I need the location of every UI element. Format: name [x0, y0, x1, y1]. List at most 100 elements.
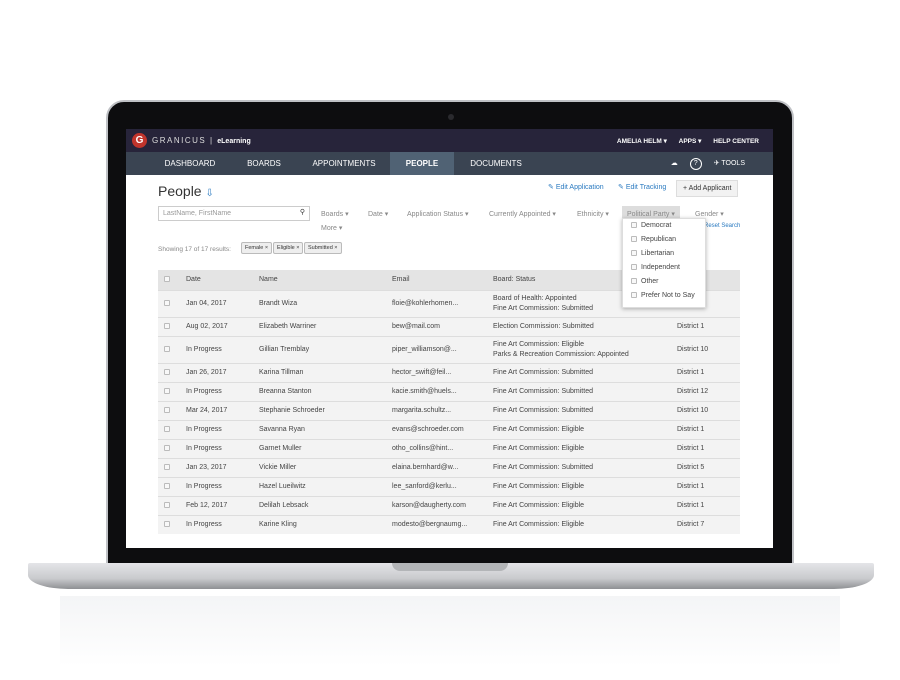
- filter-chip-female[interactable]: Female ×: [241, 242, 273, 254]
- granicus-logo[interactable]: G: [132, 133, 147, 148]
- cell-board-status: Fine Art Commission: Submitted: [487, 457, 671, 477]
- search-input[interactable]: LastName, FirstName ⚲: [158, 206, 310, 221]
- row-checkbox[interactable]: [164, 520, 170, 527]
- checkbox[interactable]: [631, 222, 637, 228]
- table-row[interactable]: In Progress Hazel Lueilwitz lee_sanford@ke…: [158, 476, 740, 496]
- cloud-upload-icon[interactable]: ☁: [671, 152, 678, 175]
- row-checkbox[interactable]: [164, 482, 170, 489]
- add-applicant-button[interactable]: + Add Applicant: [676, 180, 739, 197]
- cell-name: Elizabeth Warriner: [253, 316, 386, 336]
- cell-date: Jan 26, 2017: [180, 362, 253, 382]
- row-checkbox[interactable]: [164, 368, 170, 375]
- header-date[interactable]: Date: [180, 270, 253, 290]
- apps-menu[interactable]: APPS ▾: [679, 138, 702, 145]
- table-row[interactable]: Mar 24, 2017 Stephanie Schroeder margarita…: [158, 400, 740, 420]
- row-select-cell[interactable]: [158, 495, 180, 515]
- checkbox[interactable]: [631, 236, 637, 242]
- cell-name: Gillian Tremblay: [253, 335, 386, 363]
- cell-date: In Progress: [180, 476, 253, 496]
- user-menu[interactable]: AMELIA HELM ▾: [617, 138, 667, 145]
- row-checkbox[interactable]: [164, 444, 170, 451]
- nav-dashboard[interactable]: DASHBOARD: [152, 152, 228, 175]
- option-prefer-not-to-say[interactable]: Prefer Not to Say: [623, 289, 705, 303]
- option-democrat[interactable]: Democrat: [623, 219, 705, 233]
- top-bar: G GRANICUS | eLearning AMELIA HELM ▾ APP…: [126, 129, 773, 152]
- table-row[interactable]: Feb 12, 2017 Delilah Lebsack karson@daughe…: [158, 495, 740, 515]
- filter-more[interactable]: More ▾: [321, 224, 342, 232]
- nav-appointments[interactable]: APPOINTMENTS: [302, 152, 386, 175]
- cell-district: District 10: [671, 335, 740, 363]
- cell-district: District 1: [671, 495, 740, 515]
- cell-board-status: Fine Art Commission: Eligible: [487, 514, 671, 534]
- table-row[interactable]: Jan 26, 2017 Karina Tillman hector_swift@f…: [158, 362, 740, 382]
- main-nav: DASHBOARD BOARDS APPOINTMENTS PEOPLE DOC…: [126, 152, 773, 175]
- checkbox[interactable]: [631, 250, 637, 256]
- row-select-cell[interactable]: [158, 476, 180, 496]
- checkbox[interactable]: [631, 278, 637, 284]
- table-row[interactable]: Aug 02, 2017 Elizabeth Warriner bew@mail.c…: [158, 316, 740, 336]
- table-row[interactable]: In Progress Savanna Ryan evans@schroeder.c…: [158, 419, 740, 439]
- checkbox[interactable]: [631, 292, 637, 298]
- row-select-cell[interactable]: [158, 335, 180, 363]
- row-select-cell[interactable]: [158, 381, 180, 401]
- select-all-header[interactable]: [158, 270, 180, 290]
- cell-district: District 7: [671, 514, 740, 534]
- checkbox[interactable]: [631, 264, 637, 270]
- row-select-cell[interactable]: [158, 362, 180, 382]
- cell-district: District 5: [671, 457, 740, 477]
- row-select-cell[interactable]: [158, 400, 180, 420]
- filter-boards[interactable]: Boards ▾: [321, 210, 349, 218]
- filter-application-status[interactable]: Application Status ▾: [407, 210, 469, 218]
- cell-email: margarita.schultz...: [386, 400, 487, 420]
- cell-district: District 1: [671, 316, 740, 336]
- nav-documents[interactable]: DOCUMENTS: [462, 152, 530, 175]
- select-all-checkbox[interactable]: [164, 276, 170, 283]
- row-checkbox[interactable]: [164, 501, 170, 508]
- nav-people[interactable]: PEOPLE: [390, 152, 454, 175]
- row-select-cell[interactable]: [158, 316, 180, 336]
- option-libertarian[interactable]: Libertarian: [623, 247, 705, 261]
- help-icon[interactable]: ?: [689, 157, 702, 170]
- table-row[interactable]: In Progress Gillian Tremblay piper_william…: [158, 335, 740, 363]
- table-row[interactable]: In Progress Garnet Muller otho_collins@hin…: [158, 438, 740, 458]
- filter-currently-appointed[interactable]: Currently Appointed ▾: [489, 210, 556, 218]
- download-icon[interactable]: ⇩: [205, 188, 213, 199]
- row-checkbox[interactable]: [164, 299, 170, 306]
- row-checkbox[interactable]: [164, 345, 170, 352]
- nav-boards[interactable]: BOARDS: [238, 152, 290, 175]
- table-row[interactable]: In Progress Karine Kling modesto@bergnaumg…: [158, 514, 740, 534]
- row-checkbox[interactable]: [164, 406, 170, 413]
- help-center-link[interactable]: HELP CENTER: [713, 138, 759, 145]
- cell-name: Stephanie Schroeder: [253, 400, 386, 420]
- filter-chip-submitted[interactable]: Submitted ×: [304, 242, 342, 254]
- edit-application-link[interactable]: ✎ Edit Application: [548, 183, 604, 191]
- row-checkbox[interactable]: [164, 463, 170, 470]
- row-select-cell[interactable]: [158, 419, 180, 439]
- results-count: Showing 17 of 17 results:: [158, 246, 231, 253]
- filter-ethnicity[interactable]: Ethnicity ▾: [577, 210, 609, 218]
- row-select-cell[interactable]: [158, 514, 180, 534]
- row-checkbox[interactable]: [164, 387, 170, 394]
- filter-chip-eligible[interactable]: Eligible ×: [273, 242, 304, 254]
- option-other[interactable]: Other: [623, 275, 705, 289]
- option-republican[interactable]: Republican: [623, 233, 705, 247]
- search-icon[interactable]: ⚲: [300, 208, 305, 216]
- table-row[interactable]: In Progress Breanna Stanton kacie.smith@hu…: [158, 381, 740, 401]
- row-select-cell[interactable]: [158, 457, 180, 477]
- cell-name: Garnet Muller: [253, 438, 386, 458]
- row-checkbox[interactable]: [164, 322, 170, 329]
- row-checkbox[interactable]: [164, 425, 170, 432]
- reset-search-link[interactable]: Reset Search: [704, 223, 740, 229]
- option-independent[interactable]: Independent: [623, 261, 705, 275]
- filter-gender[interactable]: Gender ▾: [695, 210, 724, 218]
- filter-date[interactable]: Date ▾: [368, 210, 388, 218]
- table-row[interactable]: Jan 23, 2017 Vickie Miller elaina.bernhard…: [158, 457, 740, 477]
- search-placeholder: LastName, FirstName: [163, 210, 232, 217]
- header-name[interactable]: Name: [253, 270, 386, 290]
- page-title-text: People: [158, 183, 202, 199]
- header-email[interactable]: Email: [386, 270, 487, 290]
- edit-tracking-link[interactable]: ✎ Edit Tracking: [618, 183, 666, 191]
- row-select-cell[interactable]: [158, 438, 180, 458]
- tools-button[interactable]: ✈ TOOLS: [714, 152, 745, 175]
- row-select-cell[interactable]: [158, 289, 180, 317]
